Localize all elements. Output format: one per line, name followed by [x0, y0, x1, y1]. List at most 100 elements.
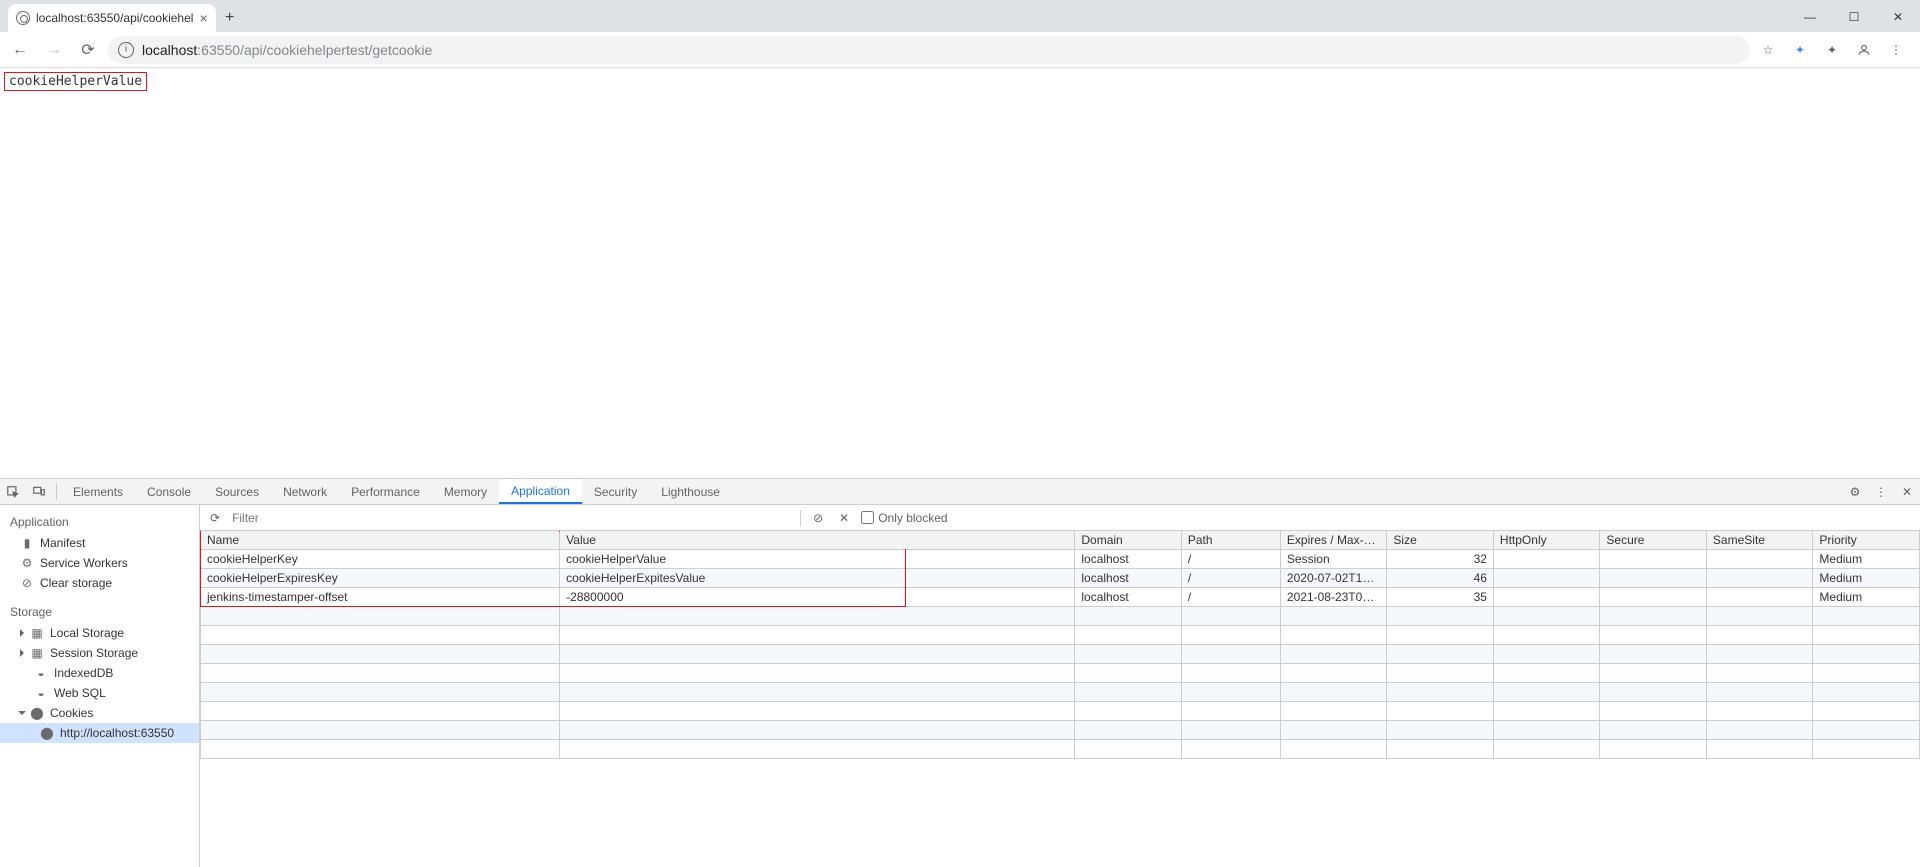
delete-icon[interactable]: ✕	[835, 511, 853, 525]
cell: -28800000	[560, 588, 1075, 607]
col-size[interactable]: Size	[1387, 531, 1494, 550]
table-row[interactable]: jenkins-timestamper-offset-28800000local…	[201, 588, 1920, 607]
table-row-empty	[201, 645, 1920, 664]
site-info-icon[interactable]: i	[118, 42, 134, 58]
cell	[1600, 550, 1707, 569]
inspect-icon[interactable]	[0, 479, 26, 504]
maximize-button[interactable]: ☐	[1832, 2, 1876, 32]
table-row[interactable]: cookieHelperExpiresKeycookieHelperExpite…	[201, 569, 1920, 588]
settings-icon[interactable]: ⚙	[1842, 479, 1868, 504]
extensions-icon[interactable]: ✦	[1820, 38, 1844, 62]
table-row-empty	[201, 740, 1920, 759]
cell: localhost	[1075, 569, 1182, 588]
cell: 46	[1387, 569, 1494, 588]
manifest-icon: ▮	[20, 536, 34, 550]
table-row-empty	[201, 683, 1920, 702]
tab-network[interactable]: Network	[271, 479, 339, 504]
cell: Medium	[1813, 550, 1920, 569]
sidebar-item-service-workers[interactable]: ⚙ Service Workers	[0, 553, 199, 573]
cell: Medium	[1813, 588, 1920, 607]
sidebar-item-cookies[interactable]: ⬤ Cookies	[0, 703, 199, 723]
cell	[1706, 588, 1813, 607]
reload-button[interactable]: ⟳	[74, 36, 102, 64]
browser-tab[interactable]: localhost:63550/api/cookiehel ×	[8, 4, 216, 32]
address-bar[interactable]: i localhost:63550/api/cookiehelpertest/g…	[108, 36, 1750, 64]
sidebar-item-local-storage[interactable]: ▦ Local Storage	[0, 623, 199, 643]
tab-lighthouse[interactable]: Lighthouse	[649, 479, 732, 504]
tab-elements[interactable]: Elements	[61, 479, 135, 504]
url-display: localhost:63550/api/cookiehelpertest/get…	[142, 42, 432, 58]
col-httponly[interactable]: HttpOnly	[1493, 531, 1600, 550]
devtools-main: ⟳ ⊘ ✕ Only blocked	[200, 505, 1920, 867]
more-icon[interactable]: ⋮	[1868, 479, 1894, 504]
col-value[interactable]: Value	[560, 531, 1075, 550]
cell: /	[1181, 569, 1280, 588]
sidebar-section-storage: Storage	[0, 601, 199, 623]
table-header-row: Name Value Domain Path Expires / Max-A..…	[201, 531, 1920, 550]
col-priority[interactable]: Priority	[1813, 531, 1920, 550]
col-secure[interactable]: Secure	[1600, 531, 1707, 550]
back-button[interactable]: ←	[6, 36, 34, 64]
cell	[1493, 588, 1600, 607]
table-row-empty	[201, 626, 1920, 645]
menu-icon[interactable]: ⋮	[1884, 38, 1908, 62]
refresh-icon[interactable]: ⟳	[206, 511, 224, 525]
close-window-button[interactable]: ✕	[1876, 2, 1920, 32]
close-devtools-icon[interactable]: ✕	[1894, 479, 1920, 504]
cell: /	[1181, 588, 1280, 607]
cell: 2021-08-23T05:...	[1280, 588, 1387, 607]
cell: cookieHelperExpiresKey	[201, 569, 560, 588]
database-icon: ◒	[34, 686, 48, 700]
cell	[1600, 569, 1707, 588]
clear-all-icon[interactable]: ⊘	[809, 511, 827, 525]
close-icon[interactable]: ×	[199, 10, 207, 26]
tab-console[interactable]: Console	[135, 479, 203, 504]
cell: cookieHelperValue	[560, 550, 1075, 569]
cell: 2020-07-02T14:...	[1280, 569, 1387, 588]
only-blocked-input[interactable]	[861, 511, 874, 524]
tab-memory[interactable]: Memory	[432, 479, 499, 504]
cookies-table[interactable]: Name Value Domain Path Expires / Max-A..…	[200, 531, 1920, 759]
devtools-tab-bar: Elements Console Sources Network Perform…	[0, 479, 1920, 505]
cell: Medium	[1813, 569, 1920, 588]
window-controls: — ☐ ✕	[1788, 2, 1920, 32]
col-path[interactable]: Path	[1181, 531, 1280, 550]
cookie-icon: ⬤	[30, 706, 44, 720]
col-samesite[interactable]: SameSite	[1706, 531, 1813, 550]
table-row-empty	[201, 607, 1920, 626]
sidebar-item-cookie-origin[interactable]: ⬤ http://localhost:63550	[0, 723, 199, 743]
cell	[1706, 550, 1813, 569]
filter-input[interactable]	[232, 508, 792, 528]
minimize-button[interactable]: —	[1788, 2, 1832, 32]
cell	[1706, 569, 1813, 588]
forward-button[interactable]: →	[40, 36, 68, 64]
col-domain[interactable]: Domain	[1075, 531, 1182, 550]
tab-security[interactable]: Security	[582, 479, 649, 504]
clear-icon: ⊘	[20, 576, 34, 590]
sidebar-item-clear-storage[interactable]: ⊘ Clear storage	[0, 573, 199, 593]
col-expires[interactable]: Expires / Max-A...	[1280, 531, 1387, 550]
extension-bird-icon[interactable]: ✦	[1788, 38, 1812, 62]
tab-performance[interactable]: Performance	[339, 479, 432, 504]
toolbar-right-icons: ☆ ✦ ✦ ⋮	[1756, 38, 1914, 62]
sidebar-item-manifest[interactable]: ▮ Manifest	[0, 533, 199, 553]
table-row-empty	[201, 721, 1920, 740]
star-icon[interactable]: ☆	[1756, 38, 1780, 62]
chevron-right-icon	[20, 629, 24, 637]
col-name[interactable]: Name	[201, 531, 560, 550]
only-blocked-checkbox[interactable]: Only blocked	[861, 511, 947, 525]
tab-application[interactable]: Application	[499, 479, 582, 504]
devtools-sidebar: Application ▮ Manifest ⚙ Service Workers…	[0, 505, 200, 867]
database-icon: ◒	[34, 666, 48, 680]
device-toggle-icon[interactable]	[26, 479, 52, 504]
cell	[1493, 550, 1600, 569]
profile-icon[interactable]	[1852, 38, 1876, 62]
tab-sources[interactable]: Sources	[203, 479, 271, 504]
gear-icon: ⚙	[20, 556, 34, 570]
sidebar-item-indexeddb[interactable]: ◒ IndexedDB	[0, 663, 199, 683]
table-row[interactable]: cookieHelperKeycookieHelperValuelocalhos…	[201, 550, 1920, 569]
new-tab-button[interactable]: +	[216, 4, 244, 32]
sidebar-item-websql[interactable]: ◒ Web SQL	[0, 683, 199, 703]
sidebar-item-session-storage[interactable]: ▦ Session Storage	[0, 643, 199, 663]
cell: localhost	[1075, 588, 1182, 607]
